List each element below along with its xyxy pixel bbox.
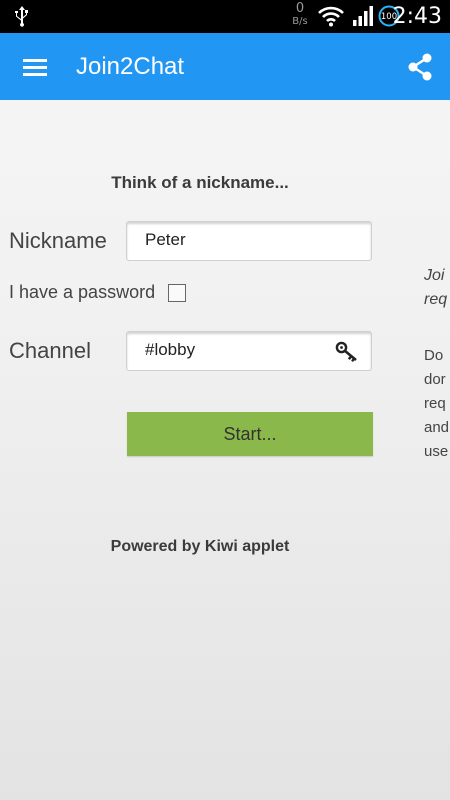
screen: 0 B/s 100 2:43 Join2Chat Think of a nick…: [0, 0, 450, 800]
status-bar: 0 B/s 100 2:43: [0, 0, 450, 33]
network-speed-unit: B/s: [292, 16, 308, 27]
side-panel-body-line: Do: [424, 347, 444, 364]
side-panel-body-line: req: [424, 395, 446, 412]
app-title: Join2Chat: [76, 53, 185, 80]
side-panel-body: Do dor req and use: [424, 344, 449, 464]
side-panel-title-line: Joi: [424, 267, 445, 284]
channel-field[interactable]: [126, 331, 372, 371]
side-panel-title-line: req: [424, 291, 448, 308]
share-icon[interactable]: [406, 52, 434, 82]
start-button[interactable]: Start...: [127, 412, 373, 456]
side-panel-body-line: use: [424, 443, 449, 460]
hamburger-menu-icon[interactable]: [18, 53, 52, 81]
network-speed: 0 B/s: [286, 2, 314, 27]
status-clock: 2:43: [392, 4, 442, 29]
nickname-input[interactable]: [145, 230, 335, 250]
wifi-icon: [318, 6, 344, 27]
password-checkbox[interactable]: [168, 284, 186, 302]
side-panel-title: Joi req: [424, 264, 447, 312]
key-icon[interactable]: [335, 341, 359, 363]
nickname-prompt: Think of a nickname...: [111, 173, 289, 192]
nickname-field[interactable]: [126, 221, 372, 261]
network-speed-value: 0: [295, 1, 305, 16]
channel-label: Channel: [9, 338, 91, 363]
password-checkbox-label[interactable]: I have a password: [9, 282, 155, 303]
side-panel-body-line: and: [424, 419, 450, 436]
app-bar: Join2Chat: [0, 33, 450, 100]
channel-input[interactable]: [145, 340, 335, 360]
powered-by-text: Powered by Kiwi applet: [110, 538, 290, 555]
nickname-label: Nickname: [9, 228, 107, 253]
side-panel-body-line: dor: [424, 371, 446, 388]
signal-strength-icon: [353, 6, 373, 26]
usb-icon: [15, 6, 28, 27]
